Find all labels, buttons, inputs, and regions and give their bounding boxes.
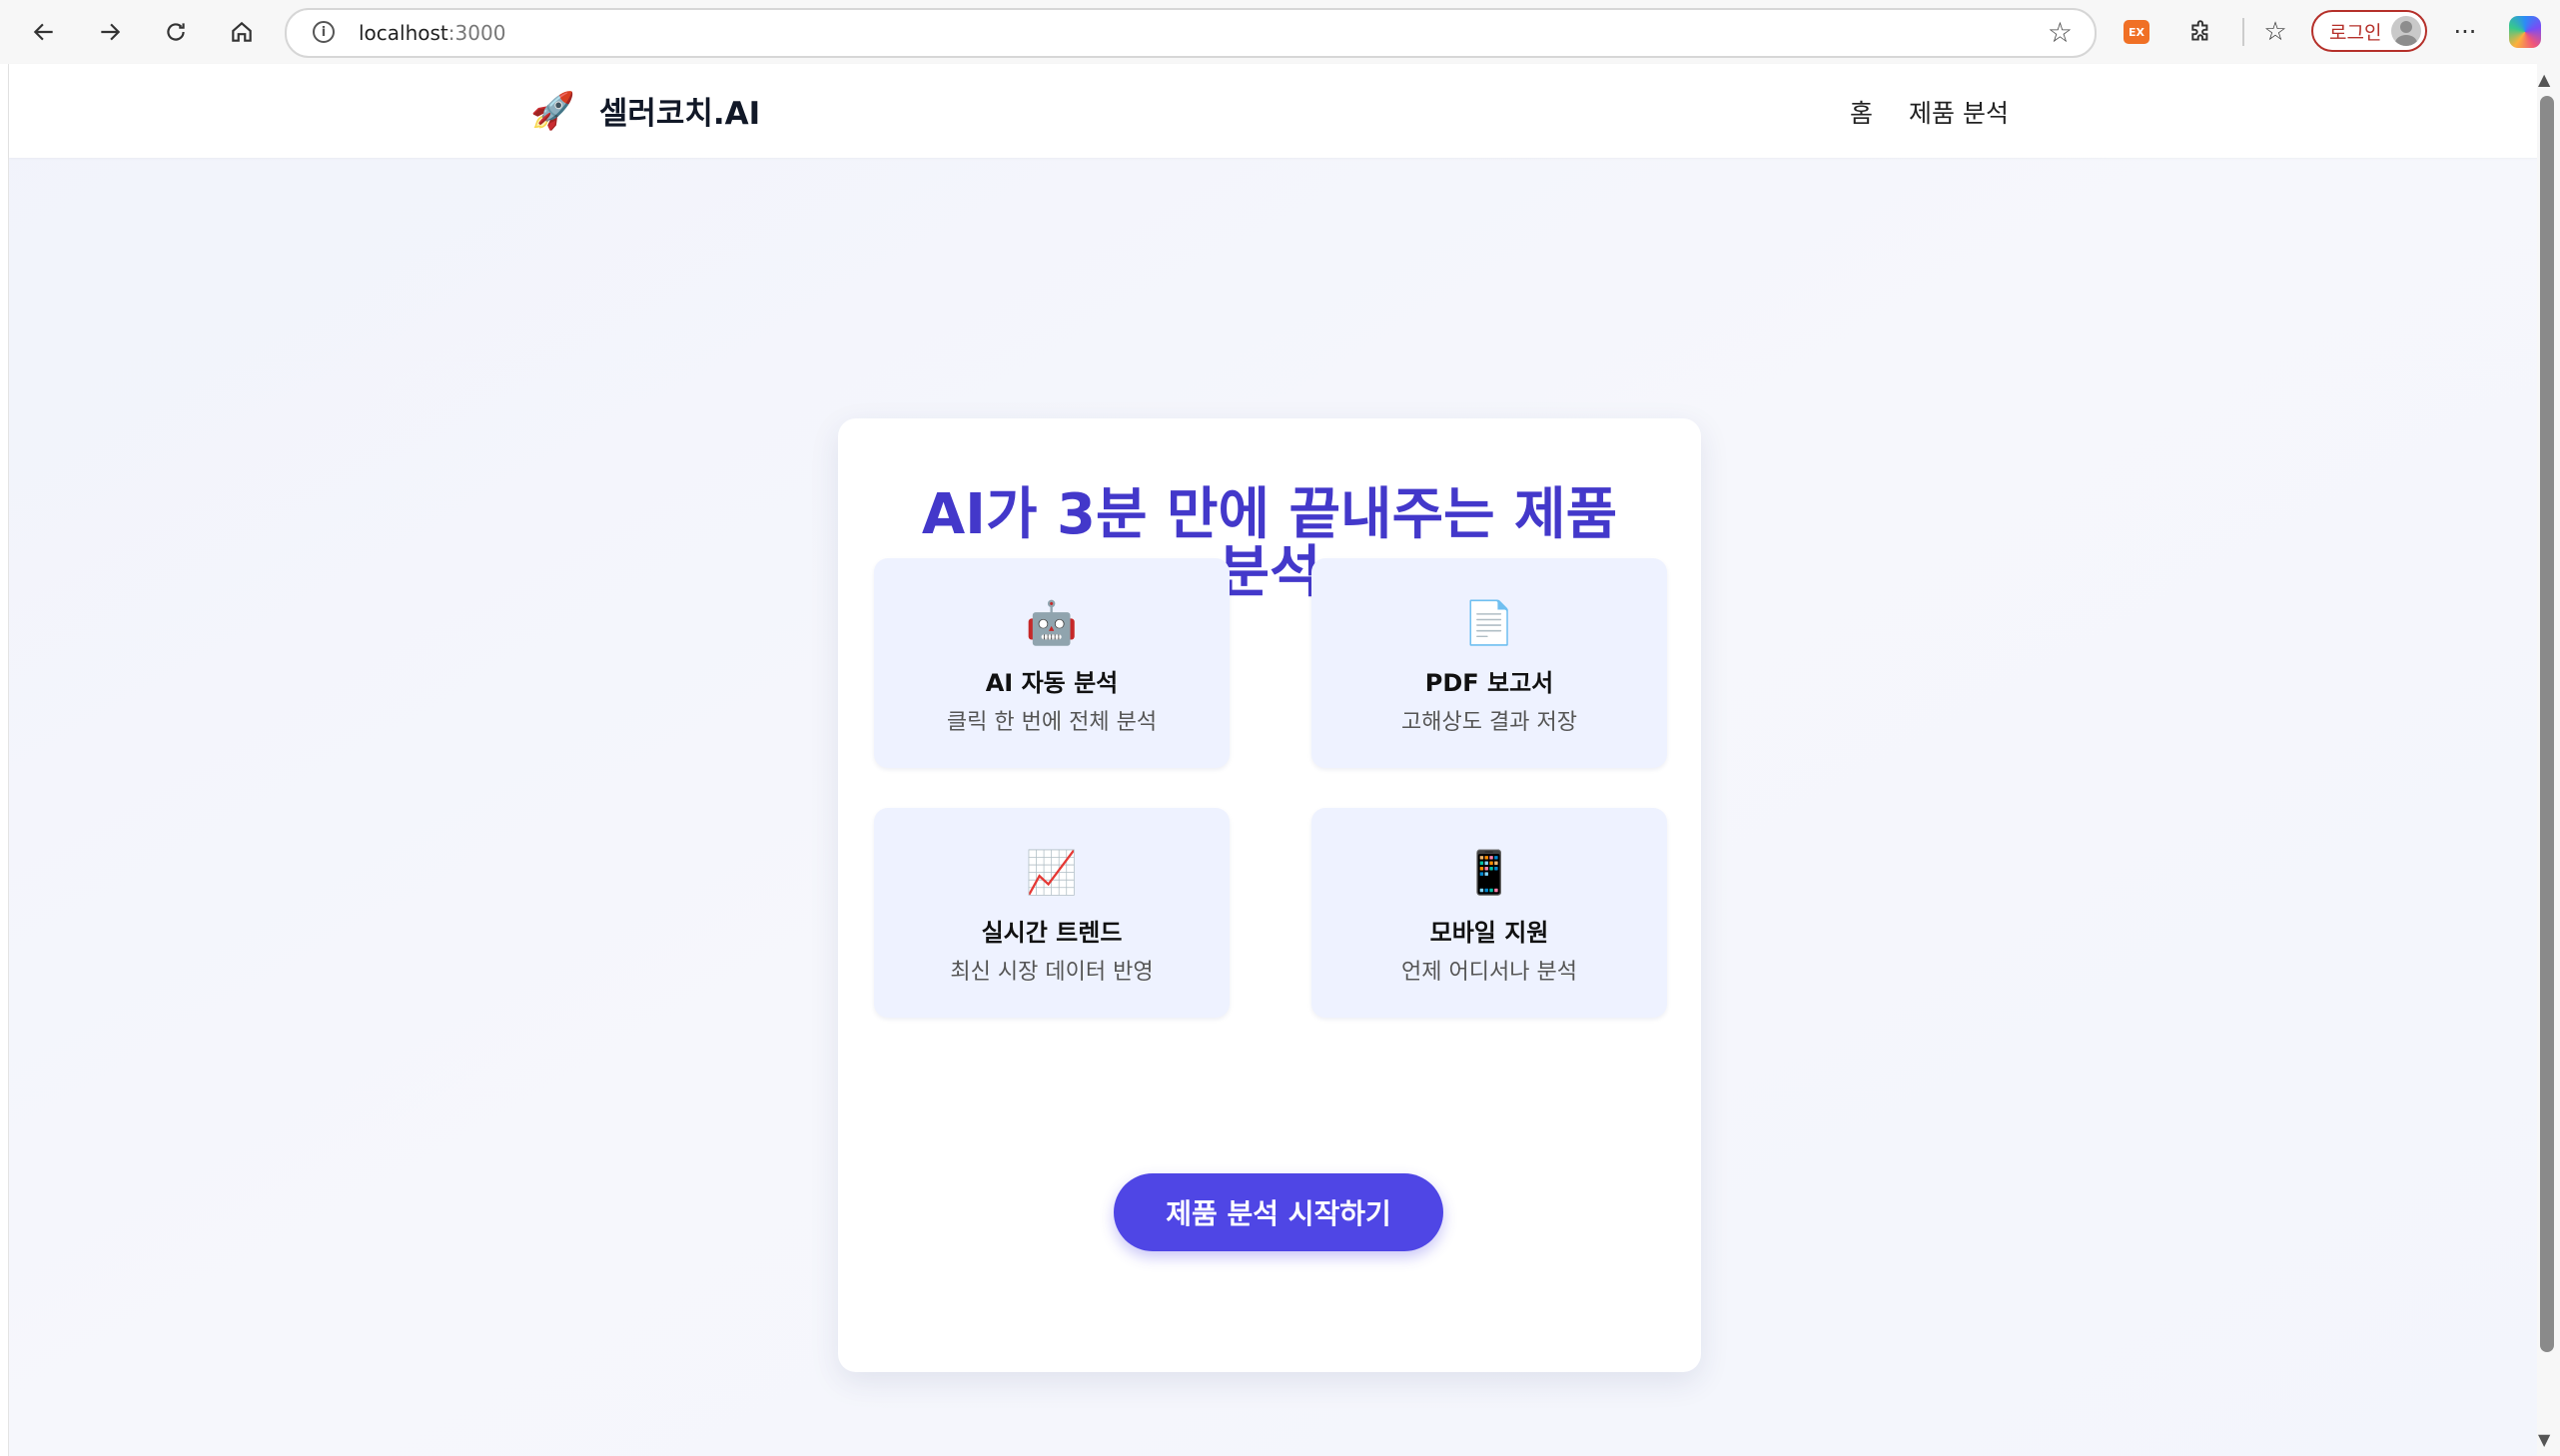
info-icon[interactable]: i <box>313 21 335 43</box>
copilot-icon[interactable] <box>2509 16 2541 48</box>
feature-description: 고해상도 결과 저장 <box>1401 710 1577 735</box>
main-nav: 홈 제품 분석 <box>1850 94 2009 130</box>
rocket-icon: 🚀 <box>530 90 575 132</box>
feature-card-realtime-trend: 📈 실시간 트렌드 최신 시장 데이터 반영 <box>874 808 1230 1018</box>
robot-icon: 🤖 <box>1025 598 1079 647</box>
browser-toolbar: i localhost:3000 ☆ EX ☆ 로그인 ··· <box>0 0 2560 64</box>
chart-icon: 📈 <box>1025 848 1079 897</box>
favorite-star-icon[interactable]: ☆ <box>2048 16 2073 49</box>
extensions-puzzle-icon[interactable] <box>2183 14 2219 50</box>
feature-title: AI 자동 분석 <box>985 669 1119 697</box>
feature-description: 클릭 한 번에 전체 분석 <box>946 710 1158 735</box>
nav-link-product-analysis[interactable]: 제품 분석 <box>1909 94 2009 130</box>
brand-name: 셀러코치.AI <box>598 96 761 132</box>
favorites-icon[interactable]: ☆ <box>2257 14 2293 50</box>
scroll-down-arrow-icon[interactable]: ▼ <box>2538 1430 2550 1449</box>
back-arrow-icon[interactable] <box>24 12 64 52</box>
brand-logo[interactable]: 🚀 셀러코치.AI <box>530 88 760 133</box>
feature-card-pdf-report: 📄 PDF 보고서 고해상도 결과 저장 <box>1311 558 1667 768</box>
scroll-up-arrow-icon[interactable]: ▲ <box>2538 70 2550 89</box>
feature-title: 실시간 트렌드 <box>981 919 1123 947</box>
forward-arrow-icon[interactable] <box>90 12 130 52</box>
page-viewport: 🚀 셀러코치.AI 홈 제품 분석 AI가 3분 만에 끝내주는 제품 분석 🤖… <box>8 64 2538 1456</box>
home-icon[interactable] <box>222 12 262 52</box>
feature-description: 최신 시장 데이터 반영 <box>950 960 1154 985</box>
avatar-icon <box>2391 16 2421 46</box>
address-bar[interactable]: i localhost:3000 ☆ <box>285 8 2097 58</box>
feature-card-ai-analysis: 🤖 AI 자동 분석 클릭 한 번에 전체 분석 <box>874 558 1230 768</box>
login-button[interactable]: 로그인 <box>2311 10 2427 52</box>
feature-card-mobile-support: 📱 모바일 지원 언제 어디서나 분석 <box>1311 808 1667 1018</box>
document-icon: 📄 <box>1462 598 1516 647</box>
reload-icon[interactable] <box>156 12 196 52</box>
feature-title: 모바일 지원 <box>1429 919 1549 947</box>
mobile-icon: 📱 <box>1462 848 1516 897</box>
more-menu-icon[interactable]: ··· <box>2447 14 2483 50</box>
scrollbar-thumb[interactable] <box>2540 96 2554 1352</box>
login-label: 로그인 <box>2329 21 2382 44</box>
start-analysis-button[interactable]: 제품 분석 시작하기 <box>1114 1173 1443 1251</box>
extension-badge-icon[interactable]: EX <box>2124 20 2149 44</box>
nav-link-home[interactable]: 홈 <box>1850 94 1873 130</box>
site-header: 🚀 셀러코치.AI 홈 제품 분석 <box>9 64 2538 158</box>
url-text[interactable]: localhost:3000 <box>359 21 505 45</box>
feature-description: 언제 어디서나 분석 <box>1401 960 1577 985</box>
toolbar-divider <box>2242 18 2244 46</box>
feature-title: PDF 보고서 <box>1424 669 1554 697</box>
hero-card: AI가 3분 만에 끝내주는 제품 분석 🤖 AI 자동 분석 클릭 한 번에 … <box>838 418 1701 1372</box>
